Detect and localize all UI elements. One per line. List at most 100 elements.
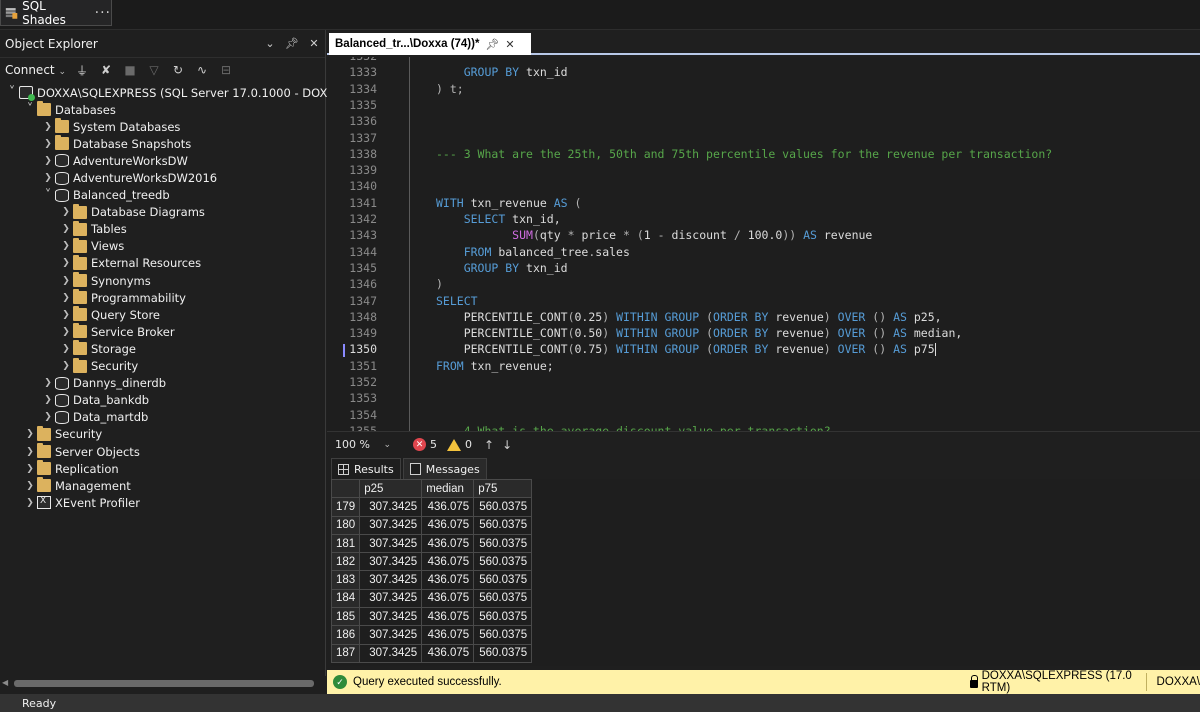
- table-cell[interactable]: 307.3425: [359, 643, 423, 663]
- tree-node[interactable]: ˅ Balanced_treedb: [0, 187, 326, 204]
- table-row[interactable]: 179 307.3425 436.075 560.0375: [331, 497, 533, 517]
- collapsed-chevron-icon[interactable]: ❯: [41, 412, 55, 422]
- tree-node[interactable]: ❯ Query Store: [0, 306, 326, 323]
- collapse-all-icon[interactable]: ⊟: [218, 62, 234, 78]
- refresh-icon[interactable]: ↻: [170, 62, 186, 78]
- table-cell[interactable]: 307.3425: [359, 552, 423, 572]
- tree-node[interactable]: ❯ Synonyms: [0, 272, 326, 289]
- table-cell[interactable]: 560.0375: [473, 552, 533, 572]
- tree-node[interactable]: ❯ Dannys_dinerdb: [0, 375, 326, 392]
- table-cell[interactable]: 560.0375: [473, 625, 533, 645]
- more-menu-icon[interactable]: ···: [95, 5, 111, 21]
- table-cell[interactable]: 307.3425: [359, 515, 423, 535]
- tree-node[interactable]: ❯ Views: [0, 237, 326, 255]
- table-cell[interactable]: 560.0375: [473, 533, 533, 554]
- tree-node[interactable]: ❯ Security: [0, 425, 326, 443]
- collapsed-chevron-icon[interactable]: ❯: [59, 258, 73, 268]
- table-cell[interactable]: 307.3425: [359, 497, 423, 517]
- code-line[interactable]: GROUP BY txn_id: [436, 261, 568, 275]
- collapsed-chevron-icon[interactable]: ❯: [59, 224, 73, 234]
- tree-node[interactable]: ❯ Database Snapshots: [0, 135, 326, 152]
- row-number-cell[interactable]: 181: [331, 533, 361, 554]
- table-cell[interactable]: 436.075: [421, 497, 475, 517]
- row-number-cell[interactable]: 186: [331, 625, 361, 645]
- code-line[interactable]: SELECT: [436, 294, 478, 308]
- close-panel-icon[interactable]: ✕: [303, 37, 325, 50]
- tree-node[interactable]: ❯ AdventureWorksDW2016: [0, 169, 326, 186]
- tree-node[interactable]: ❯ System Databases: [0, 118, 326, 135]
- tree-node[interactable]: ❯ Service Broker: [0, 323, 326, 340]
- panel-menu-chevron-icon[interactable]: ⌄: [259, 37, 281, 50]
- filter-icon[interactable]: ▽: [146, 62, 162, 78]
- tree-node[interactable]: ❯ Data_martdb: [0, 409, 326, 426]
- table-row[interactable]: 182 307.3425 436.075 560.0375: [331, 552, 533, 572]
- code-line[interactable]: FROM txn_revenue;: [436, 359, 554, 373]
- collapsed-chevron-icon[interactable]: ❯: [59, 293, 73, 303]
- tab-results[interactable]: Results: [331, 458, 401, 479]
- scroll-left-icon[interactable]: ◀: [2, 678, 8, 687]
- document-tab[interactable]: Balanced_tr...\Doxxa (74))* 📌︎ ✕: [329, 33, 531, 55]
- collapsed-chevron-icon[interactable]: ❯: [59, 361, 73, 371]
- collapsed-chevron-icon[interactable]: ❯: [59, 327, 73, 337]
- collapsed-chevron-icon[interactable]: ❯: [59, 241, 73, 251]
- code-line[interactable]: PERCENTILE_CONT(0.75) WITHIN GROUP (ORDE…: [436, 342, 936, 357]
- row-number-cell[interactable]: 180: [331, 515, 361, 535]
- row-number-header[interactable]: [331, 479, 361, 499]
- row-number-cell[interactable]: 183: [331, 570, 361, 590]
- collapsed-chevron-icon[interactable]: ❯: [59, 344, 73, 354]
- tree-node[interactable]: ❯ Tables: [0, 220, 326, 238]
- code-line[interactable]: --- 3 What are the 25th, 50th and 75th p…: [436, 147, 1052, 161]
- tree-node[interactable]: ❯ Server Objects: [0, 443, 326, 460]
- table-row[interactable]: 183 307.3425 436.075 560.0375: [331, 570, 533, 590]
- collapsed-chevron-icon[interactable]: ❯: [59, 276, 73, 286]
- collapsed-chevron-icon[interactable]: ❯: [23, 447, 37, 457]
- stop-icon[interactable]: ■: [122, 62, 138, 78]
- collapsed-chevron-icon[interactable]: ❯: [41, 395, 55, 405]
- table-cell[interactable]: 560.0375: [473, 643, 533, 663]
- table-cell[interactable]: 560.0375: [473, 588, 533, 609]
- code-line[interactable]: ): [436, 277, 443, 291]
- row-number-cell[interactable]: 184: [331, 588, 361, 609]
- table-cell[interactable]: 560.0375: [473, 515, 533, 535]
- table-cell[interactable]: 436.075: [421, 570, 475, 590]
- collapsed-chevron-icon[interactable]: ❯: [41, 122, 55, 132]
- table-cell[interactable]: 436.075: [421, 607, 475, 627]
- collapsed-chevron-icon[interactable]: ❯: [59, 310, 73, 320]
- table-cell[interactable]: 307.3425: [359, 533, 423, 554]
- code-line[interactable]: WITH txn_revenue AS (: [436, 196, 581, 210]
- table-cell[interactable]: 307.3425: [359, 588, 423, 609]
- arrow-down-icon[interactable]: ↓: [502, 438, 512, 452]
- tree-node[interactable]: ❯ Storage: [0, 340, 326, 357]
- table-row[interactable]: 180 307.3425 436.075 560.0375: [331, 515, 533, 535]
- tree-node[interactable]: ❯ Programmability: [0, 289, 326, 306]
- row-number-cell[interactable]: 185: [331, 607, 361, 627]
- tab-messages[interactable]: Messages: [402, 458, 487, 479]
- tree-node[interactable]: ˅ DOXXA\SQLEXPRESS (SQL Server 17.0.1000 …: [0, 84, 369, 102]
- tree-node[interactable]: ❯ AdventureWorksDW: [0, 152, 326, 169]
- tree-node[interactable]: ❯ External Resources: [0, 254, 326, 272]
- table-row[interactable]: 185 307.3425 436.075 560.0375: [331, 607, 533, 627]
- table-cell[interactable]: 560.0375: [473, 607, 533, 627]
- collapsed-chevron-icon[interactable]: ❯: [23, 481, 37, 491]
- code-line[interactable]: FROM balanced_tree.sales: [436, 245, 630, 259]
- column-header[interactable]: median: [421, 479, 475, 499]
- error-count-button[interactable]: ✕ 5: [413, 438, 437, 451]
- expanded-chevron-icon[interactable]: ˅: [23, 102, 37, 117]
- disconnect-icon[interactable]: ✘: [98, 62, 114, 78]
- code-line[interactable]: GROUP BY txn_id: [436, 65, 568, 79]
- app-tab[interactable]: SQL Shades ···: [0, 0, 112, 27]
- collapsed-chevron-icon[interactable]: ❯: [23, 464, 37, 474]
- collapsed-chevron-icon[interactable]: ❯: [41, 139, 55, 149]
- results-grid[interactable]: p25 median p75 179 307.3425 436.075 560.037…: [331, 479, 533, 663]
- table-cell[interactable]: 436.075: [421, 643, 475, 663]
- code-line[interactable]: PERCENTILE_CONT(0.50) WITHIN GROUP (ORDE…: [436, 326, 963, 340]
- row-number-cell[interactable]: 187: [331, 643, 361, 663]
- collapsed-chevron-icon[interactable]: ❯: [59, 207, 73, 217]
- table-cell[interactable]: 436.075: [421, 533, 475, 554]
- query-editor[interactable]: 1332 1333 GROUP BY txn_id 1334) t; 1335 1336…: [327, 57, 1200, 431]
- table-row[interactable]: 186 307.3425 436.075 560.0375: [331, 625, 533, 645]
- table-cell[interactable]: 436.075: [421, 625, 475, 645]
- collapsed-chevron-icon[interactable]: ❯: [23, 429, 37, 439]
- collapsed-chevron-icon[interactable]: ❯: [41, 378, 55, 388]
- scrollbar-thumb[interactable]: [14, 680, 314, 687]
